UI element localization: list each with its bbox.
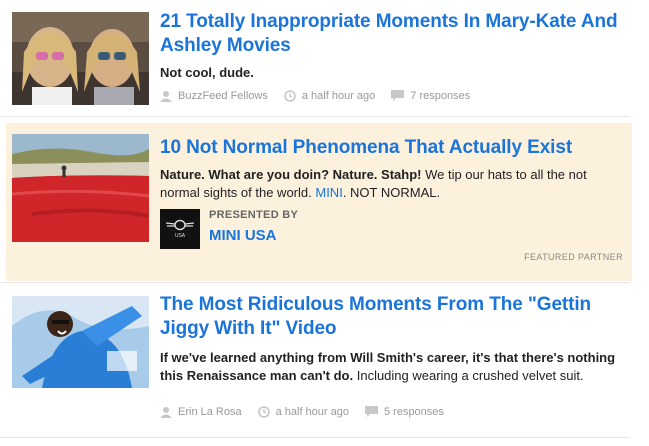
story-thumbnail[interactable] xyxy=(12,134,149,242)
story-title[interactable]: 10 Not Normal Phenomena That Actually Ex… xyxy=(160,136,630,160)
divider xyxy=(0,437,630,438)
story-description: Not cool, dude. xyxy=(160,64,630,82)
story-item: The Most Ridiculous Moments From The "Ge… xyxy=(0,292,649,432)
story-thumbnail[interactable] xyxy=(12,12,149,105)
story-thumbnail[interactable] xyxy=(12,296,149,388)
presenter-name[interactable]: MINI USA xyxy=(209,227,298,244)
mini-link[interactable]: MINI xyxy=(315,185,342,200)
mini-logo[interactable]: USA xyxy=(160,209,200,249)
story-meta: Erin La Rosa a half hour ago 5 responses xyxy=(160,406,460,418)
user-icon xyxy=(160,91,172,102)
meta-time: a half hour ago xyxy=(284,90,375,102)
story-title[interactable]: 21 Totally Inappropriate Moments In Mary… xyxy=(160,10,630,58)
meta-time: a half hour ago xyxy=(257,406,349,418)
story-content: The Most Ridiculous Moments From The "Ge… xyxy=(160,293,630,385)
meta-responses[interactable]: 5 responses xyxy=(364,406,444,418)
presenter-info: PRESENTED BY MINI USA xyxy=(209,209,298,249)
meta-responses[interactable]: 7 responses xyxy=(391,90,470,102)
author-name: BuzzFeed Fellows xyxy=(178,90,268,102)
meta-author[interactable]: BuzzFeed Fellows xyxy=(160,90,268,102)
story-meta: BuzzFeed Fellows a half hour ago 7 respo… xyxy=(160,90,486,102)
story-content: 21 Totally Inappropriate Moments In Mary… xyxy=(160,10,630,82)
responses-count: 5 responses xyxy=(383,406,444,418)
comment-icon xyxy=(364,406,378,417)
story-title[interactable]: The Most Ridiculous Moments From The "Ge… xyxy=(160,293,630,341)
featured-partner-label: FEATURED PARTNER xyxy=(524,252,623,262)
mini-wings-icon xyxy=(166,219,194,231)
time-text: a half hour ago xyxy=(275,406,349,418)
time-text: a half hour ago xyxy=(301,90,376,102)
comment-icon xyxy=(391,90,405,101)
story-description: Nature. What are you doin? Nature. Stahp… xyxy=(160,166,630,202)
description-bold: Nature. What are you doin? Nature. Stahp… xyxy=(160,167,422,182)
clock-icon xyxy=(284,90,296,102)
description-tail: . NOT NORMAL. xyxy=(342,185,441,200)
logo-text: USA xyxy=(174,233,186,239)
divider xyxy=(0,282,630,283)
clock-icon xyxy=(257,406,270,418)
presenter: USA PRESENTED BY MINI USA xyxy=(160,209,298,249)
story-description: If we've learned anything from Will Smit… xyxy=(160,349,630,385)
presented-by-label: PRESENTED BY xyxy=(209,209,299,221)
divider xyxy=(0,116,630,117)
author-name: Erin La Rosa xyxy=(178,406,242,418)
description-bold: Not cool, dude. xyxy=(160,65,254,80)
description-text: Including wearing a crushed velvet suit. xyxy=(353,368,584,383)
story-item: 21 Totally Inappropriate Moments In Mary… xyxy=(0,0,649,115)
story-content: 10 Not Normal Phenomena That Actually Ex… xyxy=(160,136,630,202)
responses-count: 7 responses xyxy=(410,90,471,102)
user-icon xyxy=(160,407,172,418)
meta-author[interactable]: Erin La Rosa xyxy=(160,406,242,418)
featured-story-item: 10 Not Normal Phenomena That Actually Ex… xyxy=(0,123,649,281)
